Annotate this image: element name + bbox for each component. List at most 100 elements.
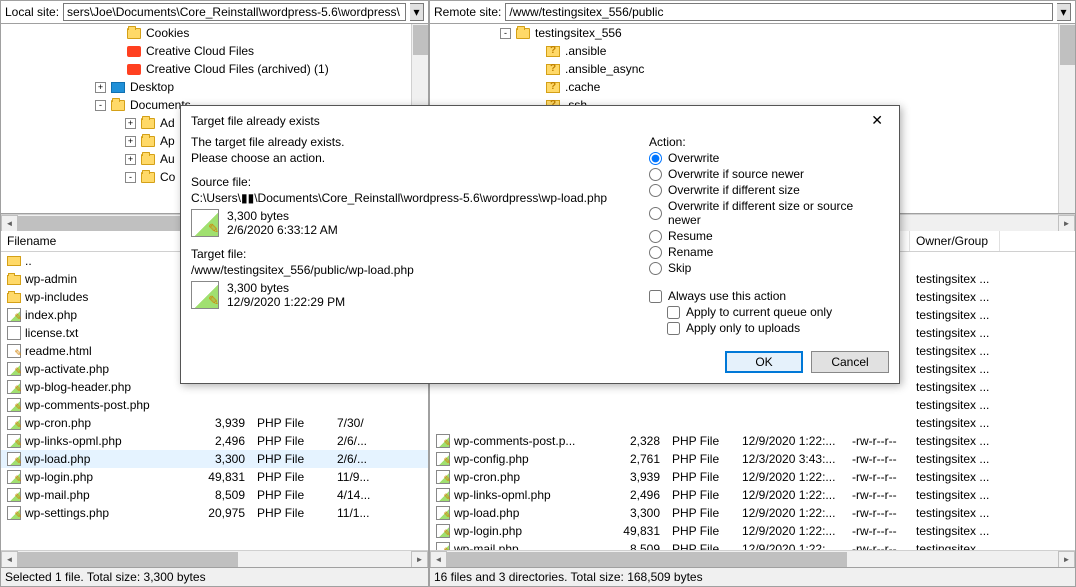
file-icon — [7, 344, 21, 358]
action-label: Overwrite if source newer — [668, 167, 804, 181]
file-icon — [7, 326, 21, 340]
file-icon — [7, 416, 21, 430]
file-row[interactable]: wp-links-opml.php2,496PHP File12/9/2020 … — [430, 486, 1075, 504]
action-radio[interactable] — [649, 246, 662, 259]
file-icon — [7, 398, 21, 412]
remote-tree-scrollbar[interactable] — [1058, 24, 1075, 213]
tree-expander[interactable]: - — [500, 28, 511, 39]
apply-queue-checkbox[interactable] — [667, 306, 680, 319]
tree-label: Creative Cloud Files — [146, 44, 254, 58]
action-radio[interactable] — [649, 152, 662, 165]
local-files-hscroll[interactable]: ◄► — [1, 550, 428, 567]
file-row[interactable]: wp-mail.php8,509PHP File12/9/2020 1:22:.… — [430, 540, 1075, 550]
file-icon — [436, 506, 450, 520]
file-row[interactable]: wp-load.php3,300PHP File12/9/2020 1:22:.… — [430, 504, 1075, 522]
action-label: Overwrite if different size or source ne… — [668, 199, 889, 227]
tree-label: Au — [160, 152, 175, 166]
cancel-button[interactable]: Cancel — [811, 351, 889, 373]
file-icon — [7, 293, 21, 303]
action-label: Action: — [649, 135, 889, 149]
remote-status: 16 files and 3 directories. Total size: … — [430, 567, 1075, 586]
tree-item[interactable]: .cache — [430, 78, 1075, 96]
tree-label: Ad — [160, 116, 175, 130]
folder-icon — [126, 25, 142, 41]
col-filename[interactable]: Filename — [1, 231, 191, 251]
target-file-icon — [191, 281, 219, 309]
tree-expander[interactable]: + — [125, 118, 136, 129]
file-row[interactable]: wp-cron.php3,939PHP File12/9/2020 1:22:.… — [430, 468, 1075, 486]
apply-uploads-label: Apply only to uploads — [686, 321, 800, 335]
file-row[interactable]: testingsitex ... — [430, 396, 1075, 414]
folder-q-icon — [545, 61, 561, 77]
apply-queue-label: Apply to current queue only — [686, 305, 832, 319]
always-checkbox[interactable] — [649, 290, 662, 303]
tree-item[interactable]: Creative Cloud Files (archived) (1) — [1, 60, 428, 78]
action-radio[interactable] — [649, 262, 662, 275]
local-status: Selected 1 file. Total size: 3,300 bytes — [1, 567, 428, 586]
file-icon — [7, 470, 21, 484]
tree-label: Desktop — [130, 80, 174, 94]
tree-item[interactable]: + Desktop — [1, 78, 428, 96]
target-path: /www/testingsitex_556/public/wp-load.php — [191, 263, 629, 277]
file-icon — [7, 452, 21, 466]
action-radio[interactable] — [649, 184, 662, 197]
tree-item[interactable]: Creative Cloud Files — [1, 42, 428, 60]
folder-icon — [140, 151, 156, 167]
target-size: 3,300 bytes — [227, 281, 345, 295]
file-row[interactable]: wp-load.php3,300PHP File2/6/... — [1, 450, 428, 468]
file-icon — [7, 506, 21, 520]
remote-path-dropdown[interactable]: ▾ — [1057, 3, 1071, 21]
action-radio[interactable] — [649, 230, 662, 243]
target-label: Target file: — [191, 247, 629, 261]
remote-site-bar: Remote site: ▾ — [430, 1, 1075, 24]
action-radio[interactable] — [649, 207, 662, 220]
local-site-label: Local site: — [5, 5, 59, 19]
file-row[interactable]: wp-login.php49,831PHP File12/9/2020 1:22… — [430, 522, 1075, 540]
file-row[interactable]: wp-mail.php8,509PHP File4/14... — [1, 486, 428, 504]
remote-files-hscroll[interactable]: ◄► — [430, 550, 1075, 567]
tree-expander[interactable]: + — [95, 82, 106, 93]
local-path-dropdown[interactable]: ▾ — [410, 3, 424, 21]
file-row[interactable]: wp-links-opml.php2,496PHP File2/6/... — [1, 432, 428, 450]
folder-q-icon — [545, 79, 561, 95]
tree-expander[interactable]: - — [125, 172, 136, 183]
source-date: 2/6/2020 6:33:12 AM — [227, 223, 338, 237]
ok-button[interactable]: OK — [725, 351, 803, 373]
file-row[interactable]: testingsitex ... — [430, 414, 1075, 432]
dialog-title: Target file already exists — [191, 114, 320, 128]
file-icon — [7, 488, 21, 502]
remote-path-input[interactable] — [505, 3, 1053, 21]
tree-expander[interactable]: + — [125, 154, 136, 165]
file-row[interactable]: wp-config.php2,761PHP File12/3/2020 3:43… — [430, 450, 1075, 468]
tree-item[interactable]: -testingsitex_556 — [430, 24, 1075, 42]
action-radio[interactable] — [649, 168, 662, 181]
close-icon[interactable]: ✕ — [865, 112, 889, 129]
tree-expander[interactable]: - — [95, 100, 106, 111]
tree-item[interactable]: Cookies — [1, 24, 428, 42]
local-path-input[interactable] — [63, 3, 406, 21]
file-row[interactable]: wp-cron.php3,939PHP File7/30/ — [1, 414, 428, 432]
file-icon — [7, 380, 21, 394]
folder-icon — [515, 25, 531, 41]
cloud-icon — [126, 61, 142, 77]
apply-uploads-checkbox[interactable] — [667, 322, 680, 335]
folder-q-icon — [545, 43, 561, 59]
action-label: Overwrite if different size — [668, 183, 800, 197]
file-icon — [436, 452, 450, 466]
action-label: Rename — [668, 245, 713, 259]
col-owner[interactable]: Owner/Group — [910, 231, 1000, 251]
tree-item[interactable]: .ansible — [430, 42, 1075, 60]
dialog-msg2: Please choose an action. — [191, 151, 629, 165]
file-row[interactable]: wp-comments-post.php — [1, 396, 428, 414]
folder-icon — [140, 133, 156, 149]
dialog-msg1: The target file already exists. — [191, 135, 629, 149]
file-row[interactable]: wp-settings.php20,975PHP File11/1... — [1, 504, 428, 522]
file-row[interactable]: wp-comments-post.p...2,328PHP File12/9/2… — [430, 432, 1075, 450]
overwrite-dialog: Target file already exists ✕ The target … — [180, 105, 900, 384]
file-row[interactable]: wp-login.php49,831PHP File11/9... — [1, 468, 428, 486]
folder-icon — [140, 115, 156, 131]
tree-label: Ap — [160, 134, 175, 148]
tree-item[interactable]: .ansible_async — [430, 60, 1075, 78]
tree-expander[interactable]: + — [125, 136, 136, 147]
file-icon — [436, 542, 450, 550]
